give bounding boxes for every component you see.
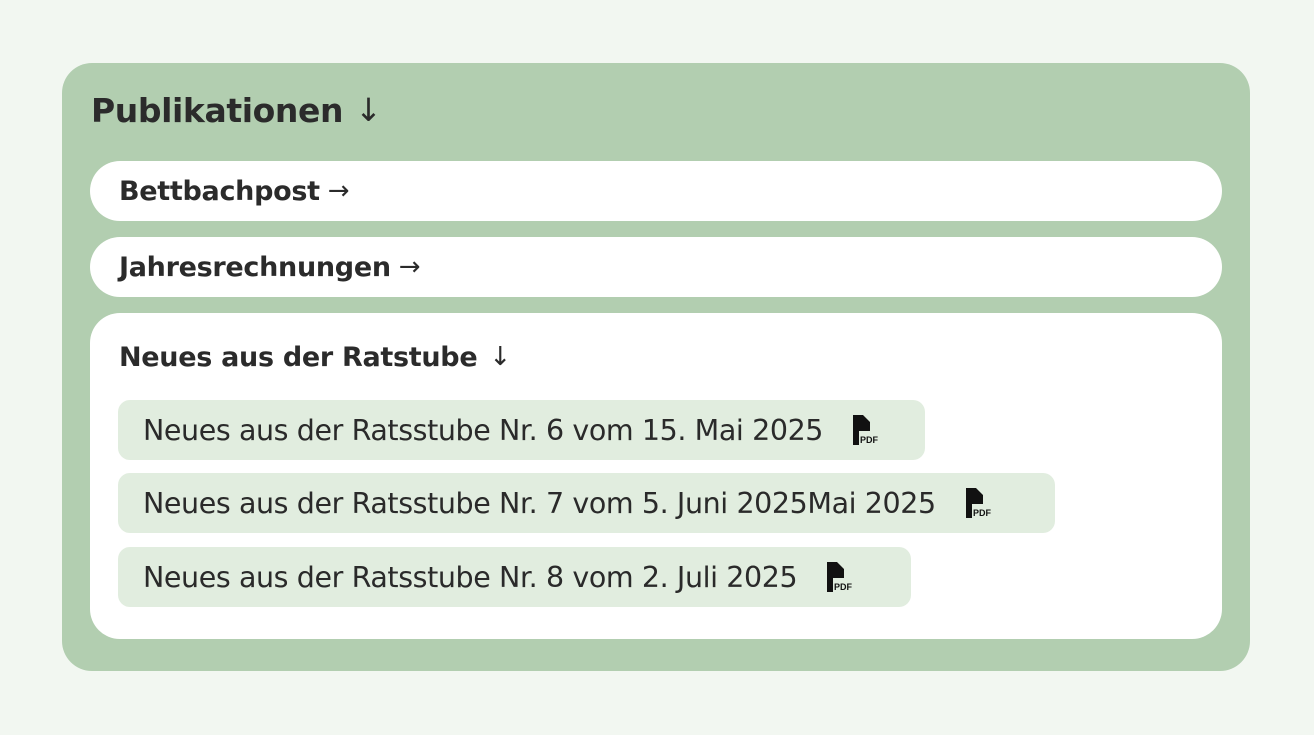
ratstube-header[interactable]: Neues aus der Ratstube ↓: [119, 337, 511, 377]
document-label: Neues aus der Ratsstube Nr. 6 vom 15. Ma…: [143, 413, 824, 447]
document-link[interactable]: Neues aus der Ratsstube Nr. 6 vom 15. Ma…: [118, 400, 925, 460]
arrow-down-icon: ↓: [355, 91, 382, 129]
publications-header[interactable]: Publikationen ↓: [91, 89, 382, 131]
ratstube-card: Neues aus der Ratstube ↓ Neues aus der R…: [90, 313, 1222, 639]
svg-text:PDF: PDF: [834, 582, 853, 592]
arrow-down-icon: ↓: [489, 342, 511, 372]
arrow-right-icon: →: [327, 176, 350, 206]
arrow-right-icon: →: [398, 252, 421, 282]
ratstube-title: Neues aus der Ratstube: [119, 341, 478, 373]
jahresrechnungen-label: Jahresrechnungen: [119, 251, 391, 283]
bettbachpost-label: Bettbachpost: [119, 175, 320, 207]
svg-text:PDF: PDF: [860, 435, 879, 445]
svg-text:PDF: PDF: [973, 508, 992, 518]
document-label: Neues aus der Ratsstube Nr. 7 vom 5. Jun…: [143, 486, 936, 520]
document-link[interactable]: Neues aus der Ratsstube Nr. 8 vom 2. Jul…: [118, 547, 911, 607]
document-label: Neues aus der Ratsstube Nr. 8 vom 2. Jul…: [143, 560, 798, 594]
pdf-file-icon: PDF: [853, 415, 879, 445]
jahresrechnungen-link[interactable]: Jahresrechnungen →: [90, 237, 1222, 297]
document-link[interactable]: Neues aus der Ratsstube Nr. 7 vom 5. Jun…: [118, 473, 1055, 533]
pdf-file-icon: PDF: [827, 562, 853, 592]
publications-panel: Publikationen ↓ Bettbachpost → Jahresrec…: [62, 63, 1250, 671]
pdf-file-icon: PDF: [965, 488, 992, 518]
publications-title: Publikationen: [91, 90, 344, 130]
bettbachpost-link[interactable]: Bettbachpost →: [90, 161, 1222, 221]
